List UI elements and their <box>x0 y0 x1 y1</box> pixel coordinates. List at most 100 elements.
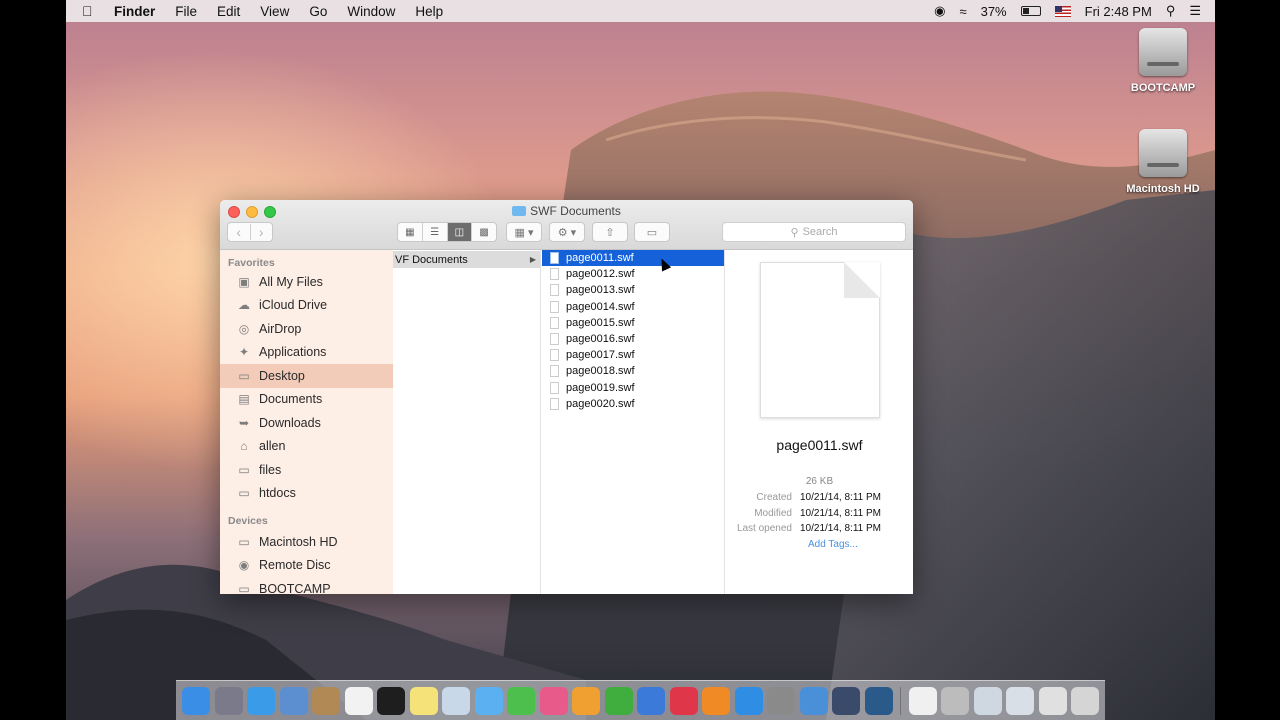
screenshot-icon[interactable] <box>973 686 1002 715</box>
quicktime-icon[interactable] <box>864 686 893 715</box>
file-row[interactable]: page0016.swf <box>542 331 724 347</box>
sidebar-item-desktop[interactable]: ▭ Desktop <box>220 364 393 388</box>
spotlight-search-icon[interactable]: ⚲ <box>1166 3 1176 19</box>
menu-app-name[interactable]: Finder <box>114 4 155 19</box>
ibooks-icon[interactable] <box>702 686 730 715</box>
pages-icon[interactable] <box>572 686 600 715</box>
desktop-icon: ▭ <box>238 368 250 383</box>
notes-icon[interactable] <box>409 686 438 715</box>
arrange-button[interactable]: ▦ ▾ <box>506 222 542 242</box>
sidebar-item-remote-disc[interactable]: ◉ Remote Disc <box>220 554 393 578</box>
sidebar-item-macintosh-hd[interactable]: ▭ Macintosh HD <box>220 530 393 554</box>
file-row[interactable]: page0015.swf <box>542 315 724 331</box>
app-store-icon[interactable] <box>734 686 763 715</box>
safari-icon[interactable] <box>247 686 275 715</box>
sidebar-item-files[interactable]: ▭ files <box>220 458 393 482</box>
wifi-icon[interactable]: ≈ <box>959 4 966 19</box>
menu-go[interactable]: Go <box>309 4 327 19</box>
menu-file[interactable]: File <box>175 4 197 19</box>
battery-icon[interactable] <box>1020 6 1041 16</box>
file-row[interactable]: page0012.swf <box>542 266 724 282</box>
back-button[interactable]: ‹ <box>228 224 250 240</box>
search-input[interactable]: ⚲ Search <box>722 222 906 242</box>
notification-center-icon[interactable]: ☰ <box>1189 3 1201 19</box>
file-row[interactable]: page0013.swf <box>542 282 724 298</box>
menu-view[interactable]: View <box>260 4 289 19</box>
sidebar-item-label: files <box>259 462 282 477</box>
file-row[interactable]: page0019.swf <box>542 380 724 396</box>
system-preferences-icon[interactable] <box>767 686 795 715</box>
cover-flow-button[interactable]: ▩ <box>471 223 496 241</box>
forward-button[interactable]: › <box>249 224 273 240</box>
desktop-icon-bootcamp[interactable]: BOOTCAMP <box>1113 28 1213 94</box>
time-machine-icon[interactable]: ◉ <box>934 3 945 19</box>
sidebar-item-applications[interactable]: ✦ Applications <box>220 341 393 365</box>
folder-icon <box>512 206 527 216</box>
screenshot-icon[interactable] <box>1006 686 1034 715</box>
launchpad-icon[interactable] <box>214 686 243 715</box>
screenshot-icon[interactable] <box>1038 686 1067 715</box>
apple-logo-icon[interactable]:  <box>82 3 96 19</box>
contacts-icon[interactable] <box>312 686 340 715</box>
document-icon[interactable] <box>908 686 937 715</box>
file-row[interactable]: page0020.swf <box>542 396 724 412</box>
screenshot-icon[interactable] <box>941 686 969 715</box>
desktop-icon-macintosh-hd[interactable]: Macintosh HD <box>1113 129 1213 195</box>
sidebar-item-all-my-files[interactable]: ▣ All My Files <box>220 270 393 294</box>
folder-icon: ▭ <box>238 486 250 501</box>
numbers-icon[interactable] <box>604 686 633 715</box>
mail-icon[interactable] <box>279 686 308 715</box>
input-source-flag-icon[interactable] <box>1054 5 1071 17</box>
file-row[interactable]: page0017.swf <box>542 347 724 363</box>
preview-icon[interactable] <box>442 686 470 715</box>
file-name: page0014.swf <box>566 300 635 313</box>
sidebar-item-downloads[interactable]: ➥ Downloads <box>220 411 393 435</box>
messages-icon[interactable] <box>474 686 503 715</box>
sidebar-item-airdrop[interactable]: ◎ AirDrop <box>220 317 393 341</box>
menu-window[interactable]: Window <box>347 4 395 19</box>
sidebar-header-favorites: Favorites <box>228 257 275 269</box>
tags-button[interactable]: ▭ <box>634 222 670 242</box>
battery-percentage[interactable]: 37% <box>981 4 1007 19</box>
sidebar-item-allen[interactable]: ⌂ allen <box>220 435 393 459</box>
sidebar-item-htdocs[interactable]: ▭ htdocs <box>220 482 393 506</box>
home-icon: ⌂ <box>240 439 248 454</box>
sidebar-item-label: BOOTCAMP <box>259 581 331 594</box>
share-button[interactable]: ⇧ <box>592 222 628 242</box>
calendar-icon[interactable] <box>344 686 373 715</box>
action-button[interactable]: ⚙ ▾ <box>549 222 585 242</box>
file-row[interactable]: page0014.swf <box>542 299 724 315</box>
keynote-icon[interactable] <box>637 686 665 715</box>
airdrop-icon: ◎ <box>238 321 250 336</box>
column-view-button[interactable]: ◫ <box>446 223 472 241</box>
modified-label: Modified <box>754 507 792 519</box>
add-tags-link[interactable]: Add Tags... <box>726 539 858 550</box>
sidebar-item-icloud-drive[interactable]: ☁ iCloud Drive <box>220 294 393 318</box>
photos-icon[interactable] <box>539 686 568 715</box>
trash-icon[interactable] <box>1071 686 1099 715</box>
file-row[interactable]: page0018.swf <box>542 363 724 379</box>
clock[interactable]: Fri 2:48 PM <box>1085 4 1152 19</box>
list-view-button[interactable]: ☰ <box>421 223 447 241</box>
facetime-icon[interactable] <box>507 686 535 715</box>
file-row[interactable]: page0011.swf <box>542 250 724 267</box>
menu-edit[interactable]: Edit <box>217 4 240 19</box>
sidebar-item-documents[interactable]: ▤ Documents <box>220 388 393 412</box>
xcode-icon[interactable] <box>799 686 828 715</box>
downloads-icon: ➥ <box>238 415 250 430</box>
search-icon: ⚲ <box>790 226 799 239</box>
icon-view-button[interactable]: ▦ <box>398 223 422 241</box>
dashboard-icon[interactable] <box>832 686 860 715</box>
terminal-icon[interactable] <box>377 686 405 715</box>
sidebar-item-bootcamp[interactable]: ▭ BOOTCAMP <box>220 577 393 594</box>
column-folder-item[interactable]: VF Documents ▶ <box>393 251 540 268</box>
sidebar-header-devices: Devices <box>228 515 268 527</box>
itunes-icon[interactable] <box>669 686 698 715</box>
hard-drive-icon <box>1139 129 1187 177</box>
file-icon <box>550 268 559 281</box>
applications-icon: ✦ <box>238 345 250 360</box>
finder-icon[interactable] <box>182 686 210 715</box>
menu-help[interactable]: Help <box>415 4 443 19</box>
file-icon <box>550 284 559 297</box>
sidebar-item-label: Applications <box>259 345 327 360</box>
